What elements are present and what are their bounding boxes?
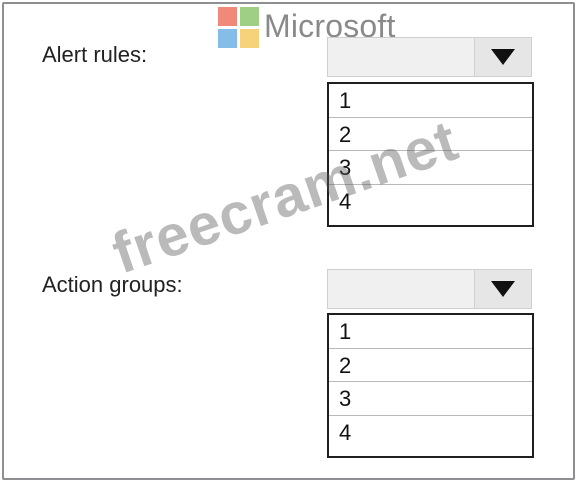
alert-rules-option-2[interactable]: 2 [329, 118, 532, 151]
action-groups-option-2[interactable]: 2 [329, 349, 532, 382]
logo-tile-yellow [240, 29, 259, 48]
logo-tile-blue [218, 29, 237, 48]
action-groups-dropdown-button[interactable] [474, 270, 531, 308]
chevron-down-icon [491, 281, 515, 297]
action-groups-option-3[interactable]: 3 [329, 382, 532, 416]
alert-rules-selected-value[interactable] [328, 38, 476, 76]
alert-rules-dropdown-button[interactable] [474, 38, 531, 76]
alert-rules-option-list: 1234 [327, 82, 534, 227]
chevron-down-icon [491, 49, 515, 65]
logo-tile-red [218, 7, 237, 26]
alert-rules-option-3[interactable]: 3 [329, 151, 532, 185]
action-groups-option-1[interactable]: 1 [329, 315, 532, 349]
alert-rules-option-1[interactable]: 1 [329, 84, 532, 118]
alert-rules-dropdown[interactable] [327, 37, 532, 77]
action-groups-label: Action groups: [42, 272, 183, 297]
alert-rules-option-4[interactable]: 4 [329, 185, 532, 219]
action-groups-option-list: 1234 [327, 313, 534, 458]
answer-area-frame: Microsoft Alert rules: 1234 Action group… [2, 2, 575, 480]
action-groups-option-4[interactable]: 4 [329, 416, 532, 450]
alert-rules-label: Alert rules: [42, 42, 148, 67]
logo-tile-green [240, 7, 259, 26]
action-groups-selected-value[interactable] [328, 270, 476, 308]
action-groups-dropdown[interactable] [327, 269, 532, 309]
